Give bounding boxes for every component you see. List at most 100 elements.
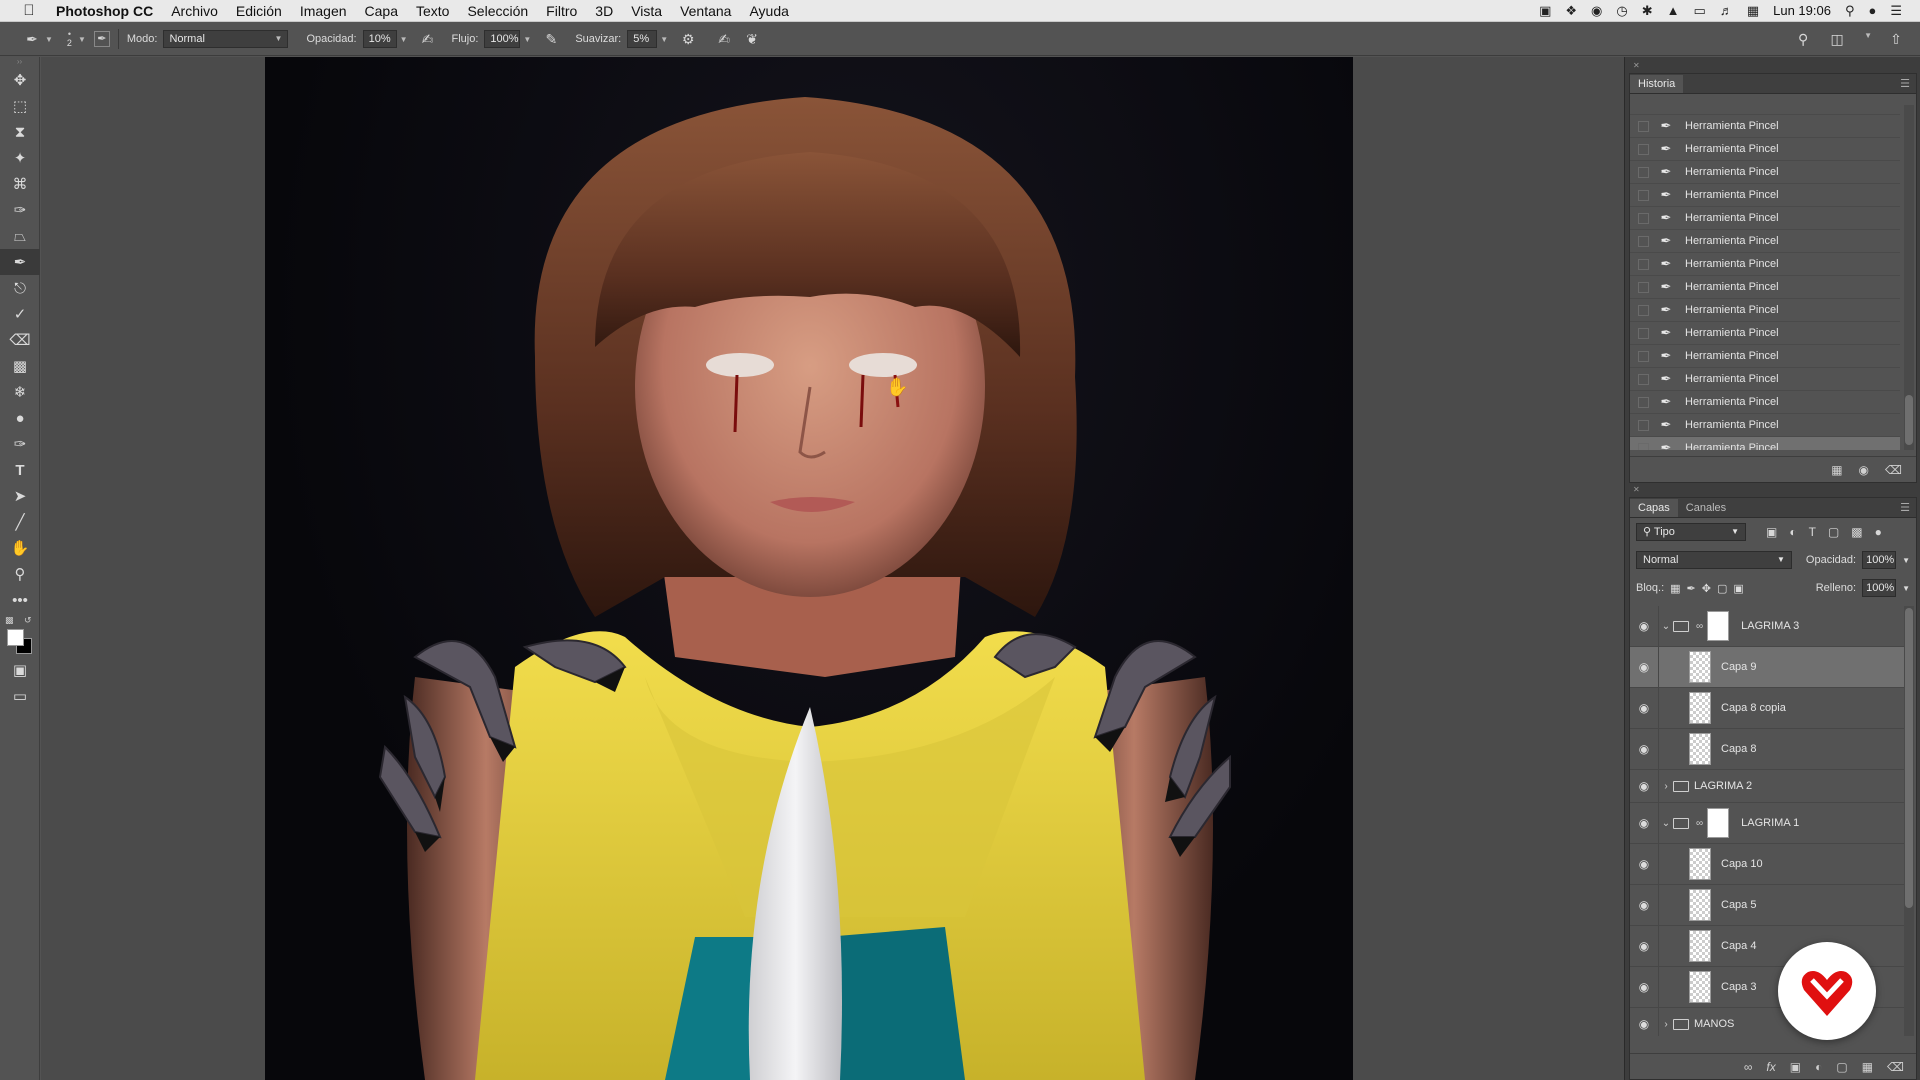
time-machine-icon[interactable]: ◷ [1616,3,1627,19]
menu-seleccion[interactable]: Selección [458,0,537,22]
layer-thumbnail[interactable] [1689,733,1711,765]
brush-preset-icon[interactable]: ✒ [22,31,42,48]
layers-panel-menu-icon[interactable]: ☰ [1894,499,1916,517]
quick-mask-icon[interactable]: ▣ [0,657,40,683]
filter-type-icon[interactable]: T [1809,525,1816,539]
filter-adjustment-icon[interactable]: ◐ [1789,525,1796,539]
blend-mode-select[interactable]: Normal ▼ [1636,551,1792,569]
layer-mask-thumbnail[interactable] [1707,611,1730,641]
history-source-checkbox[interactable] [1638,373,1649,385]
history-item[interactable]: ✒ Herramienta Pincel [1630,391,1900,414]
healing-brush-tool-icon[interactable]: ⏢ [0,223,40,249]
history-source-checkbox[interactable] [1638,166,1649,178]
volume-icon[interactable]: ♬ [1720,3,1733,18]
layers-scrollbar[interactable] [1904,606,1914,1036]
history-partial-row[interactable] [1630,105,1900,115]
history-item[interactable]: ✒ Herramienta Pincel [1630,253,1900,276]
layers-panel-closebar[interactable]: ✕ [1629,485,1917,495]
history-item[interactable]: ✒ Herramienta Pincel [1630,276,1900,299]
layer-thumbnail[interactable] [1689,930,1711,962]
menu-ventana[interactable]: Ventana [671,0,740,22]
history-source-checkbox[interactable] [1638,212,1649,224]
toolbox-grip-icon[interactable]: ›› [0,57,39,67]
history-item[interactable]: ✒ Herramienta Pincel [1630,322,1900,345]
layers-scroll-thumb[interactable] [1905,608,1913,908]
tab-channels[interactable]: Canales [1678,499,1734,517]
creative-cloud-icon[interactable]: ◉ [1591,3,1602,19]
history-item[interactable]: ✒ Herramienta Pincel [1630,207,1900,230]
history-item[interactable]: ✒ Herramienta Pincel [1630,368,1900,391]
menu-app-name[interactable]: Photoshop CC [52,0,162,22]
menu-imagen[interactable]: Imagen [291,0,356,22]
history-item-current[interactable]: ✒ Herramienta Pincel [1630,437,1900,450]
history-source-checkbox[interactable] [1638,143,1649,155]
layer-group-row[interactable]: ◉ ⌄ ∞ LAGRIMA 3 [1630,606,1906,647]
menu-archivo[interactable]: Archivo [162,0,227,22]
history-item[interactable]: ✒ Herramienta Pincel [1630,161,1900,184]
delete-state-trash-icon[interactable]: ⌫ [1885,463,1902,477]
history-source-checkbox[interactable] [1638,396,1649,408]
menu-capa[interactable]: Capa [356,0,407,22]
share-icon[interactable]: ⇧ [1886,31,1906,48]
visibility-eye-icon[interactable]: ◉ [1630,779,1658,793]
dodge-tool-icon[interactable]: ● [0,405,40,431]
history-item[interactable]: ✒ Herramienta Pincel [1630,299,1900,322]
workspace-icon[interactable]: ◫ [1827,31,1847,48]
history-panel-menu-icon[interactable]: ☰ [1894,75,1916,93]
pressure-opacity-icon[interactable]: ✍ [418,31,438,48]
menu-ayuda[interactable]: Ayuda [740,0,797,22]
chevron-down-icon[interactable]: ⌄ [1659,818,1673,829]
history-source-checkbox[interactable] [1638,304,1649,316]
notification-center-icon[interactable]: ☰ [1890,3,1902,19]
visibility-eye-icon[interactable]: ◉ [1630,898,1658,912]
history-source-checkbox[interactable] [1638,189,1649,201]
menu-3d[interactable]: 3D [586,0,622,22]
tab-history[interactable]: Historia [1630,75,1684,93]
history-source-checkbox[interactable] [1638,442,1649,450]
brush-tool-icon[interactable]: ✒ [0,249,40,275]
layer-style-fx-icon[interactable]: fx [1766,1060,1775,1074]
filter-pixel-icon[interactable]: ▣ [1766,525,1777,539]
history-source-checkbox[interactable] [1638,258,1649,270]
opacity-caret-icon[interactable]: ▼ [400,35,408,44]
visibility-eye-icon[interactable]: ◉ [1630,816,1658,830]
menu-filtro[interactable]: Filtro [537,0,586,22]
gradient-tool-icon[interactable]: ▩ [0,353,40,379]
new-snapshot-camera-icon[interactable]: ◉ [1859,463,1869,477]
history-source-checkbox[interactable] [1638,327,1649,339]
airbrush-icon[interactable]: ✎ [541,31,561,48]
search-icon[interactable]: ⚲ [1793,31,1813,48]
path-selection-tool-icon[interactable]: ➤ [0,483,40,509]
history-item[interactable]: ✒ Herramienta Pincel [1630,138,1900,161]
opacity-input[interactable]: 10% [362,30,397,48]
layer-row[interactable]: ◉ Capa 10 [1630,844,1906,885]
layer-opacity-caret-icon[interactable]: ▼ [1902,556,1910,565]
siri-icon[interactable]: ● [1868,3,1876,18]
blur-tool-icon[interactable]: ❄ [0,379,40,405]
visibility-eye-icon[interactable]: ◉ [1630,619,1658,633]
new-layer-icon[interactable]: ▦ [1862,1060,1873,1074]
wifi-icon[interactable]: ▲ [1667,3,1680,18]
visibility-eye-icon[interactable]: ◉ [1630,701,1658,715]
chevron-right-icon[interactable]: › [1659,1019,1673,1030]
visibility-eye-icon[interactable]: ◉ [1630,1017,1658,1031]
hand-tool-icon[interactable]: ✋ [0,535,40,561]
layer-group-row[interactable]: ◉ › LAGRIMA 2 [1630,770,1906,803]
history-scroll-thumb[interactable] [1905,395,1913,445]
layer-thumbnail[interactable] [1689,692,1711,724]
clone-stamp-tool-icon[interactable]: ⎋ [0,275,40,301]
bluetooth-icon[interactable]: ✱ [1642,3,1653,19]
move-tool-icon[interactable]: ✥ [0,67,40,93]
layer-row[interactable]: ◉ Capa 8 copia [1630,688,1906,729]
clock[interactable]: Lun 19:06 [1773,3,1831,18]
link-chain-icon[interactable]: ∞ [1696,621,1703,632]
history-source-checkbox[interactable] [1638,419,1649,431]
history-item[interactable]: ✒ Herramienta Pincel [1630,345,1900,368]
layer-thumbnail[interactable] [1689,889,1711,921]
history-brush-tool-icon[interactable]: ✓ [0,301,40,327]
zoom-tool-icon[interactable]: ⚲ [0,561,40,587]
layer-filter-select[interactable]: ⚲ Tipo ▼ [1636,523,1746,541]
chevron-right-icon[interactable]: › [1659,781,1673,792]
filter-shape-icon[interactable]: ▢ [1828,525,1839,539]
magic-wand-tool-icon[interactable]: ✦ [0,145,40,171]
